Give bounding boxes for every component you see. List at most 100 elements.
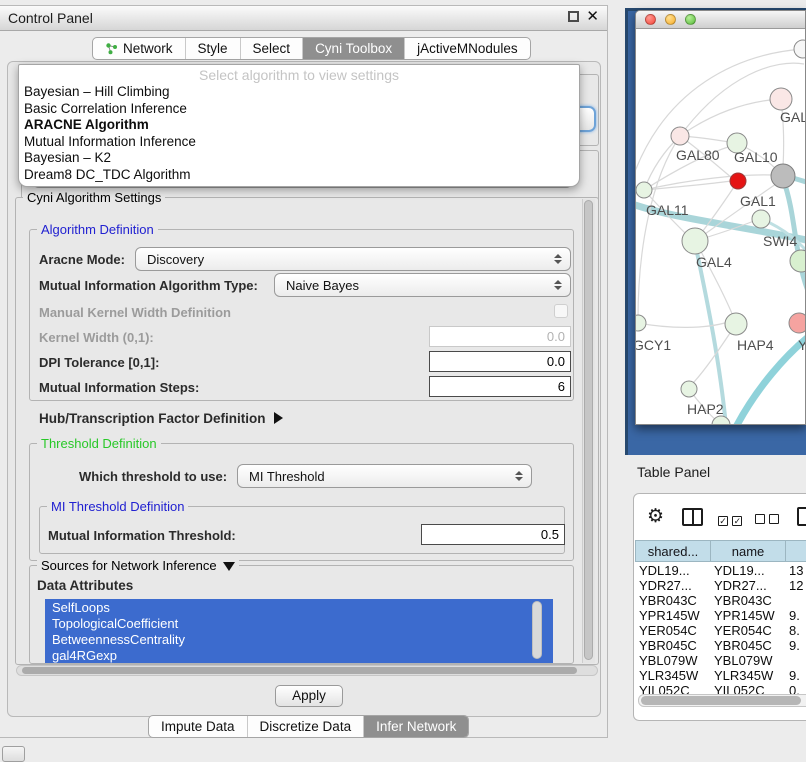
node-unlabeled-bottom[interactable] [712,416,730,425]
sources-group-title[interactable]: Sources for Network Inference [37,558,239,573]
tab-infer-network[interactable]: Infer Network [364,716,468,737]
table-cell[interactable]: 9. [785,608,806,623]
list-item-selfloops[interactable]: SelfLoops [45,599,553,615]
algorithm-definition-title: Algorithm Definition [37,222,158,237]
node-gal-pink[interactable] [770,88,792,110]
tab-network[interactable]: Network [93,38,186,59]
node-gal80[interactable] [671,127,689,145]
tab-jactivemnodules[interactable]: jActiveMNodules [405,38,530,59]
node-gray[interactable] [771,164,795,188]
mi-algorithm-type-combo[interactable]: Naive Bayes [274,273,571,297]
network-graph-canvas[interactable]: GAL GAL80 GAL10 GAL1 GAL11 SWI4 GAL4 GCY… [636,29,806,425]
table-cell[interactable]: YBL079W [635,653,710,668]
table-horizontal-scrollbar[interactable] [638,694,806,707]
table-cell[interactable]: YLR345W [710,668,785,683]
menu-item-dream8[interactable]: Dream8 DC_TDC Algorithm [19,167,579,184]
unselect-all-columns-icon[interactable] [755,511,779,529]
node-selected-red[interactable] [730,173,746,189]
data-attributes-list: SelfLoops TopologicalCoefficient Between… [45,599,553,663]
menu-item-mutual-information[interactable]: Mutual Information Inference [19,134,579,151]
table-cell[interactable]: YDR27... [710,578,785,593]
node-swi4[interactable] [790,250,806,272]
dpi-tolerance-field[interactable] [429,351,571,372]
table-cell[interactable] [785,653,806,668]
combo-spinner-icon [554,254,562,264]
tab-select[interactable]: Select [241,38,304,59]
menu-item-bayesian-hill-climbing[interactable]: Bayesian – Hill Climbing [19,84,579,101]
collapsed-panel-button[interactable] [2,746,25,762]
settings-hscroll-thumb[interactable] [22,667,577,674]
table-cell[interactable]: YER054C [635,623,710,638]
node-hap4[interactable] [725,313,747,335]
table-cell[interactable]: 9. [785,638,806,653]
tab-impute-data-label: Impute Data [161,719,235,734]
float-window-icon[interactable] [568,11,579,22]
list-item-betweennesscentrality[interactable]: BetweennessCentrality [45,631,553,647]
zoom-window-icon[interactable] [685,14,696,25]
table-cell[interactable]: YDL19... [710,563,785,578]
node-hap2[interactable] [681,381,697,397]
mi-threshold-group-title: MI Threshold Definition [47,499,188,514]
settings-horizontal-scrollbar[interactable] [16,665,598,676]
table-cell[interactable]: YPR145W [710,608,785,623]
tab-style[interactable]: Style [186,38,241,59]
close-window-icon[interactable] [645,14,656,25]
table-cell[interactable]: YBL079W [710,653,785,668]
which-threshold-combo[interactable]: MI Threshold [237,464,532,488]
menu-item-aracne[interactable]: ARACNE Algorithm [19,117,579,134]
bottom-tabbar: Impute Data Discretize Data Infer Networ… [148,715,469,738]
close-panel-icon[interactable]: ✕ [586,11,599,22]
node-gal4[interactable] [682,228,708,254]
node-pink-right[interactable] [789,313,806,333]
node-gcy1[interactable] [636,315,646,331]
table-cell[interactable]: YLR345W [635,668,710,683]
table-cell[interactable]: 9. [785,668,806,683]
table-cell[interactable]: YBR043C [635,593,710,608]
column-header-shared-name[interactable]: shared... [635,540,710,562]
gear-icon[interactable]: ⚙ [647,505,664,528]
tab-discretize-data[interactable]: Discretize Data [248,716,365,737]
column-header-cut[interactable] [785,540,806,562]
table-cell[interactable]: YDL19... [635,563,710,578]
table-cell[interactable]: 8. [785,623,806,638]
settings-vertical-scrollbar[interactable] [582,199,595,663]
tab-cyni-toolbox[interactable]: Cyni Toolbox [303,38,405,59]
column-header-name[interactable]: name [710,540,785,562]
hub-definition-label: Hub/Transcription Factor Definition [39,411,266,426]
table-cell[interactable]: 13 [785,563,806,578]
aracne-mode-combo[interactable]: Discovery [135,247,571,271]
node-gal1[interactable] [752,210,770,228]
apply-button[interactable]: Apply [275,685,343,707]
hub-definition-toggle[interactable]: Hub/Transcription Factor Definition [39,411,283,426]
combo-spinner-icon [554,280,562,290]
minimize-window-icon[interactable] [665,14,676,25]
label-gal80: GAL80 [676,147,720,163]
menu-item-bayesian-k2[interactable]: Bayesian – K2 [19,150,579,167]
mi-threshold-field[interactable] [421,524,565,545]
list-item-gal4rgexp[interactable]: gal4RGexp [45,647,553,663]
list-item-topologicalcoefficient[interactable]: TopologicalCoefficient [45,615,553,631]
dpi-tolerance-label: DPI Tolerance [0,1]: [39,355,159,370]
settings-vscroll-thumb[interactable] [584,200,593,660]
table-cell[interactable]: YBR045C [710,638,785,653]
node-gal11[interactable] [636,182,652,198]
table-cell[interactable]: YPR145W [635,608,710,623]
table-cell[interactable]: 12 [785,578,806,593]
tab-impute-data[interactable]: Impute Data [149,716,248,737]
node-unlabeled-top[interactable] [794,40,806,58]
table-hscroll-thumb[interactable] [641,696,801,705]
table-cell[interactable]: YER054C [710,623,785,638]
select-all-columns-icon[interactable]: ✓ ✓ [718,511,742,529]
table-cell[interactable]: YBR045C [635,638,710,653]
table-cell[interactable] [785,593,806,608]
menu-item-basic-correlation[interactable]: Basic Correlation Inference [19,101,579,118]
table-panel-header: Table Panel [609,455,806,488]
mi-steps-field[interactable] [429,376,571,397]
mi-threshold-label: Mutual Information Threshold: [48,528,236,543]
new-column-icon[interactable] [797,507,806,526]
table-cell[interactable]: YDR27... [635,578,710,593]
table-cell[interactable]: YBR043C [710,593,785,608]
list-scrollbar[interactable] [532,601,542,659]
table-panel-title: Table Panel [609,464,710,480]
split-pane-icon[interactable] [682,508,703,526]
